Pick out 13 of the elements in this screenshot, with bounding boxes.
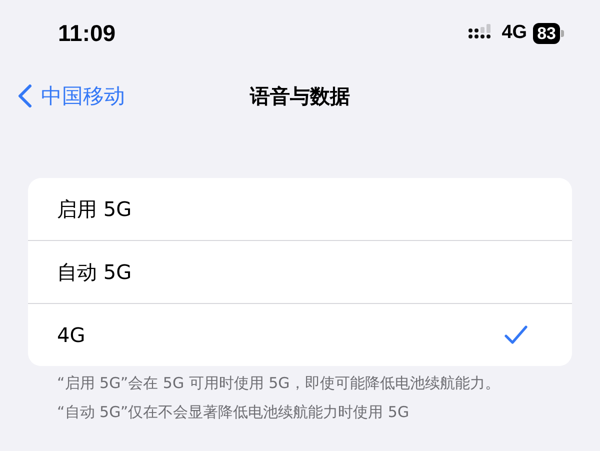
network-label: 4G xyxy=(502,22,528,44)
option-row[interactable]: 自动 5G xyxy=(28,241,572,304)
footnote-text: “启用 5G”会在 5G 可用时使用 5G，即使可能降低电池续航能力。 xyxy=(57,373,501,394)
option-row[interactable]: 启用 5G xyxy=(28,178,572,241)
status-time: 11:09 xyxy=(58,20,116,46)
chevron-left-icon xyxy=(18,84,32,108)
page-title: 语音与数据 xyxy=(250,82,350,110)
checkmark-icon xyxy=(504,325,528,345)
battery-cap-icon xyxy=(561,30,564,36)
back-button[interactable]: 中国移动 xyxy=(0,78,125,114)
battery-indicator: 83 xyxy=(533,22,560,44)
option-row[interactable]: 4G xyxy=(28,304,572,366)
footnote-text: “自动 5G”仅在不会显著降低电池续航能力时使用 5G xyxy=(57,402,410,423)
